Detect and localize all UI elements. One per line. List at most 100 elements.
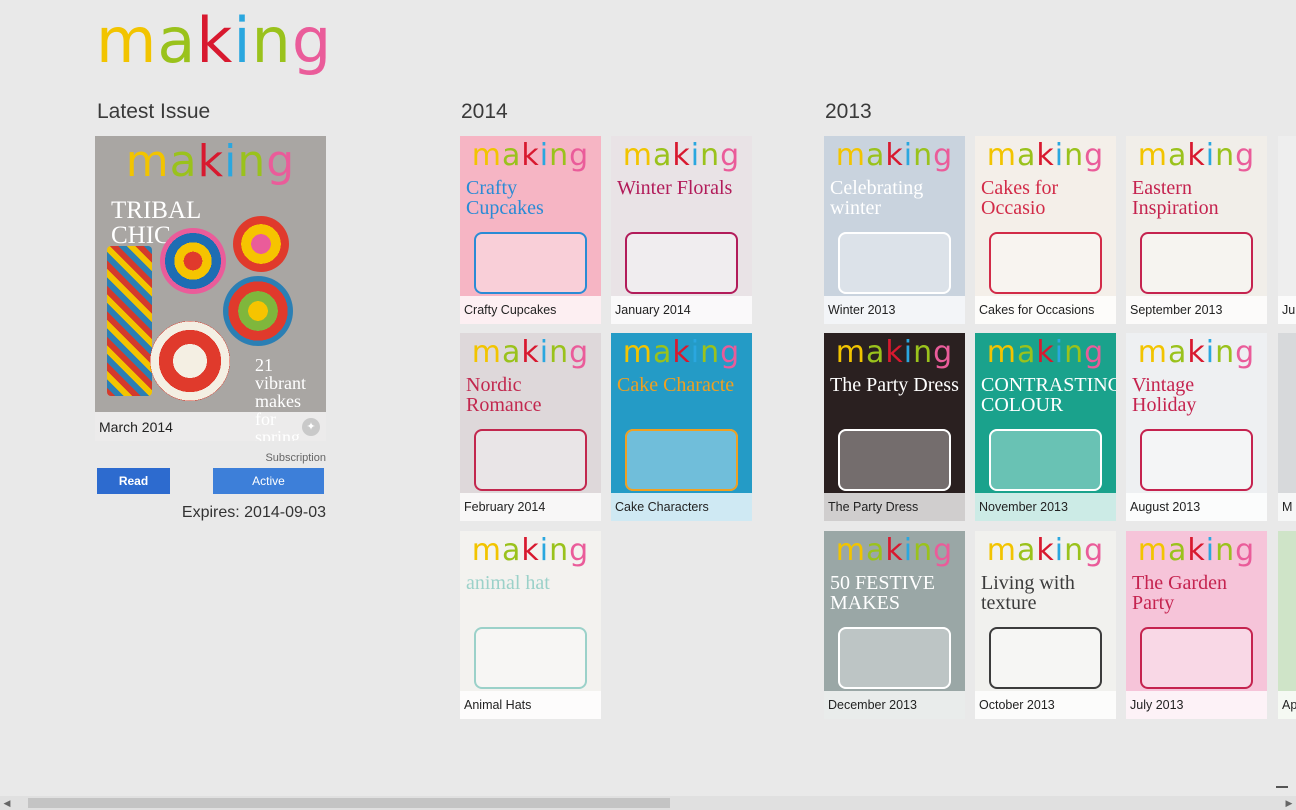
cover-headline: Nordic Romance — [466, 374, 542, 416]
cover-brand: making — [986, 138, 1105, 173]
issue-tile[interactable]: making animal hat Animal Hats — [460, 531, 601, 719]
cover-brand: making — [622, 335, 741, 370]
active-button[interactable]: Active — [213, 468, 324, 494]
cover-art — [625, 232, 738, 294]
logo-letter: k — [196, 4, 234, 77]
cover-art — [989, 429, 1102, 491]
cover-art — [474, 429, 587, 491]
logo-letter: n — [251, 4, 292, 77]
scrollbar-thumb[interactable] — [28, 798, 670, 808]
cover-brand: making — [1137, 335, 1256, 370]
cover-brand: making — [125, 136, 296, 187]
section-title-latest: Latest Issue — [97, 100, 211, 123]
issue-caption: September 2013 — [1126, 296, 1267, 324]
cover-art — [838, 429, 951, 491]
expiry-date: Expires: 2014-09-03 — [181, 504, 326, 521]
issue-caption: The Party Dress — [824, 493, 965, 521]
cover-headline: Cakes for Occasio — [981, 177, 1059, 219]
issue-tile[interactable]: making 50 FESTIVE MAKES December 2013 — [824, 531, 965, 719]
cover-brand: making — [471, 335, 590, 370]
cover-brand: making — [986, 533, 1105, 568]
issue-caption: Ju — [1278, 296, 1296, 324]
scroll-left-icon[interactable]: ◀ — [0, 796, 14, 810]
issue-tile[interactable]: making Crafty Cupcakes Crafty Cupcakes — [460, 136, 601, 324]
cover-basket-art — [160, 228, 226, 294]
issue-tile[interactable]: making The Garden Party July 2013 — [1126, 531, 1267, 719]
issue-caption: August 2013 — [1126, 493, 1267, 521]
issue-tile[interactable]: making Cake Characte Cake Characters — [611, 333, 752, 521]
cover-art — [989, 232, 1102, 294]
issue-caption: Ap — [1278, 691, 1296, 719]
cover-art — [474, 627, 587, 689]
cover-headline: 50 FESTIVE MAKES — [830, 572, 935, 614]
issue-tile-partial[interactable]: Ju — [1278, 136, 1296, 324]
cover-art — [989, 627, 1102, 689]
issue-caption: January 2014 — [611, 296, 752, 324]
issue-tile[interactable]: making Nordic Romance February 2014 — [460, 333, 601, 521]
cover-basket-art — [223, 276, 293, 346]
issue-tile[interactable]: making Vintage Holiday August 2013 — [1126, 333, 1267, 521]
cover-brand: making — [471, 533, 590, 568]
issue-tile[interactable]: making Celebrating winter Winter 2013 — [824, 136, 965, 324]
cover-headline: Eastern Inspiration — [1132, 177, 1219, 219]
issue-tile[interactable]: making Cakes for Occasio Cakes for Occasio… — [975, 136, 1116, 324]
issue-tile[interactable]: making The Party Dress The Party Dress — [824, 333, 965, 521]
semantic-zoom-button[interactable] — [1276, 786, 1288, 788]
logo-letter: a — [157, 4, 197, 77]
cover-brand: making — [835, 335, 954, 370]
cover-brand: making — [835, 533, 954, 568]
cover-art — [1140, 429, 1253, 491]
cover-headline: CONTRASTING COLOUR — [981, 374, 1116, 416]
cover-headline: The Garden Party — [1132, 572, 1227, 614]
logo-letter: m — [96, 4, 158, 77]
cover-headline: Vintage Holiday — [1132, 374, 1197, 416]
issue-caption: Animal Hats — [460, 691, 601, 719]
cover-headline: Living with texture — [981, 572, 1075, 614]
cover-basket-art — [107, 246, 152, 396]
issue-caption: February 2014 — [460, 493, 601, 521]
issue-caption: Winter 2013 — [824, 296, 965, 324]
read-button[interactable]: Read — [97, 468, 170, 494]
issue-caption: July 2013 — [1126, 691, 1267, 719]
issue-caption: Cake Characters — [611, 493, 752, 521]
cover-brand: making — [1137, 138, 1256, 173]
latest-issue-cover: making TRIBAL CHIC 21 vibrant makes for … — [95, 136, 326, 441]
latest-issue-tile[interactable]: making TRIBAL CHIC 21 vibrant makes for … — [95, 136, 326, 441]
cover-brand: making — [1137, 533, 1256, 568]
issue-caption: November 2013 — [975, 493, 1116, 521]
issue-tile[interactable]: making CONTRASTING COLOUR November 2013 — [975, 333, 1116, 521]
cover-brand: making — [622, 138, 741, 173]
issue-caption: M — [1278, 493, 1296, 521]
logo-letter: i — [233, 4, 252, 77]
subscription-label: Subscription — [265, 452, 326, 464]
cover-art — [1140, 232, 1253, 294]
issue-tile-partial[interactable]: Ap — [1278, 531, 1296, 719]
cover-basket-art — [233, 216, 289, 272]
latest-issue-caption: March 2014 — [95, 412, 326, 441]
cover-headline: Crafty Cupcakes — [466, 177, 544, 219]
issue-tile[interactable]: making Winter Florals January 2014 — [611, 136, 752, 324]
cover-brand: making — [986, 335, 1105, 370]
issue-tile[interactable]: making Living with texture October 2013 — [975, 531, 1116, 719]
issue-caption: Crafty Cupcakes — [460, 296, 601, 324]
cover-headline: The Party Dress — [830, 374, 959, 396]
cover-brand: making — [835, 138, 954, 173]
horizontal-scrollbar[interactable]: ◀ ▶ — [0, 796, 1296, 810]
issue-caption: October 2013 — [975, 691, 1116, 719]
cover-art — [838, 232, 951, 294]
issue-caption: December 2013 — [824, 691, 965, 719]
cover-brand: making — [471, 138, 590, 173]
cover-headline: Celebrating winter — [830, 177, 924, 219]
section-title-2014: 2014 — [461, 100, 508, 123]
logo-letter: g — [291, 4, 333, 77]
issue-tile-partial[interactable]: M — [1278, 333, 1296, 521]
issue-tile[interactable]: making Eastern Inspiration September 2013 — [1126, 136, 1267, 324]
cover-art — [625, 429, 738, 491]
cover-headline: animal hat — [466, 572, 550, 594]
issue-caption: Cakes for Occasions — [975, 296, 1116, 324]
pin-icon[interactable]: ✦ — [302, 418, 320, 436]
scroll-right-icon[interactable]: ▶ — [1282, 796, 1296, 810]
app-logo: making — [96, 6, 332, 76]
cover-art — [1140, 627, 1253, 689]
cover-art — [474, 232, 587, 294]
